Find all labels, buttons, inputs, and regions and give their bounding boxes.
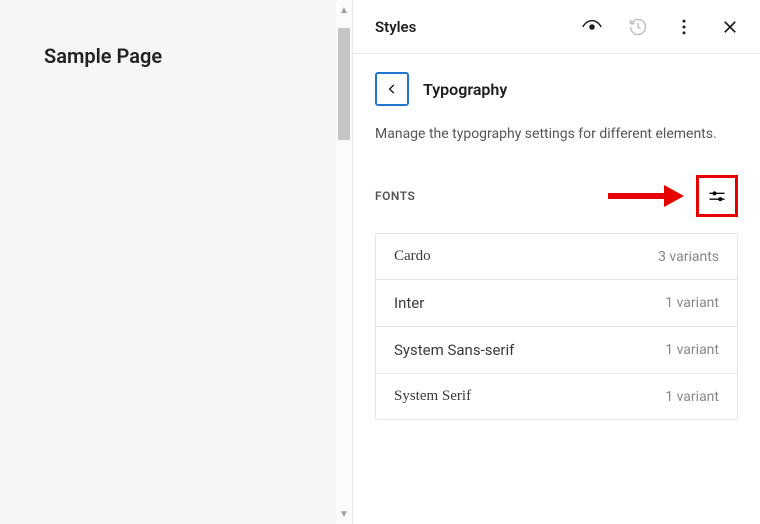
sliders-icon — [707, 186, 727, 206]
preview-scrollbar-thumb[interactable] — [338, 28, 350, 140]
font-item[interactable]: System Serif 1 variant — [376, 374, 737, 419]
font-variants: 3 variants — [658, 249, 719, 265]
styles-sidebar: Styles Typography Manage the typography … — [352, 0, 760, 524]
font-item[interactable]: System Sans-serif 1 variant — [376, 327, 737, 374]
back-button[interactable] — [375, 72, 409, 106]
typography-panel: Typography Manage the typography setting… — [353, 54, 760, 420]
panel-title: Typography — [423, 80, 507, 99]
sidebar-header-title: Styles — [375, 18, 416, 36]
chevron-left-icon — [385, 82, 399, 96]
font-name: System Sans-serif — [394, 341, 514, 359]
fonts-section-header: FONTS — [375, 175, 738, 217]
font-variants: 1 variant — [665, 295, 719, 311]
header-actions — [580, 15, 742, 39]
font-name: System Serif — [394, 388, 471, 405]
scroll-up-arrow-icon[interactable]: ▲ — [336, 2, 352, 18]
revisions-icon — [626, 15, 650, 39]
annotation-arrow-icon — [606, 181, 684, 211]
preview-page-title: Sample Page — [44, 44, 308, 68]
font-item[interactable]: Cardo 3 variants — [376, 234, 737, 280]
font-name: Cardo — [394, 248, 431, 265]
panel-description: Manage the typography settings for diffe… — [375, 124, 738, 145]
preview-scrollbar[interactable]: ▲ ▼ — [336, 0, 352, 524]
font-library-settings-button[interactable] — [696, 175, 738, 217]
more-menu-icon[interactable] — [672, 15, 696, 39]
font-variants: 1 variant — [665, 342, 719, 358]
font-list: Cardo3 variantsInter1 variantSystem Sans… — [375, 233, 738, 420]
close-icon[interactable] — [718, 15, 742, 39]
panel-nav: Typography — [375, 72, 738, 106]
stylebook-icon[interactable] — [580, 15, 604, 39]
font-name: Inter — [394, 294, 424, 312]
sidebar-header: Styles — [353, 0, 760, 54]
font-item[interactable]: Inter 1 variant — [376, 280, 737, 327]
font-variants: 1 variant — [665, 389, 719, 405]
scroll-down-arrow-icon[interactable]: ▼ — [336, 506, 352, 522]
preview-pane: Sample Page ▲ ▼ — [0, 0, 352, 524]
fonts-section-label: FONTS — [375, 189, 415, 203]
